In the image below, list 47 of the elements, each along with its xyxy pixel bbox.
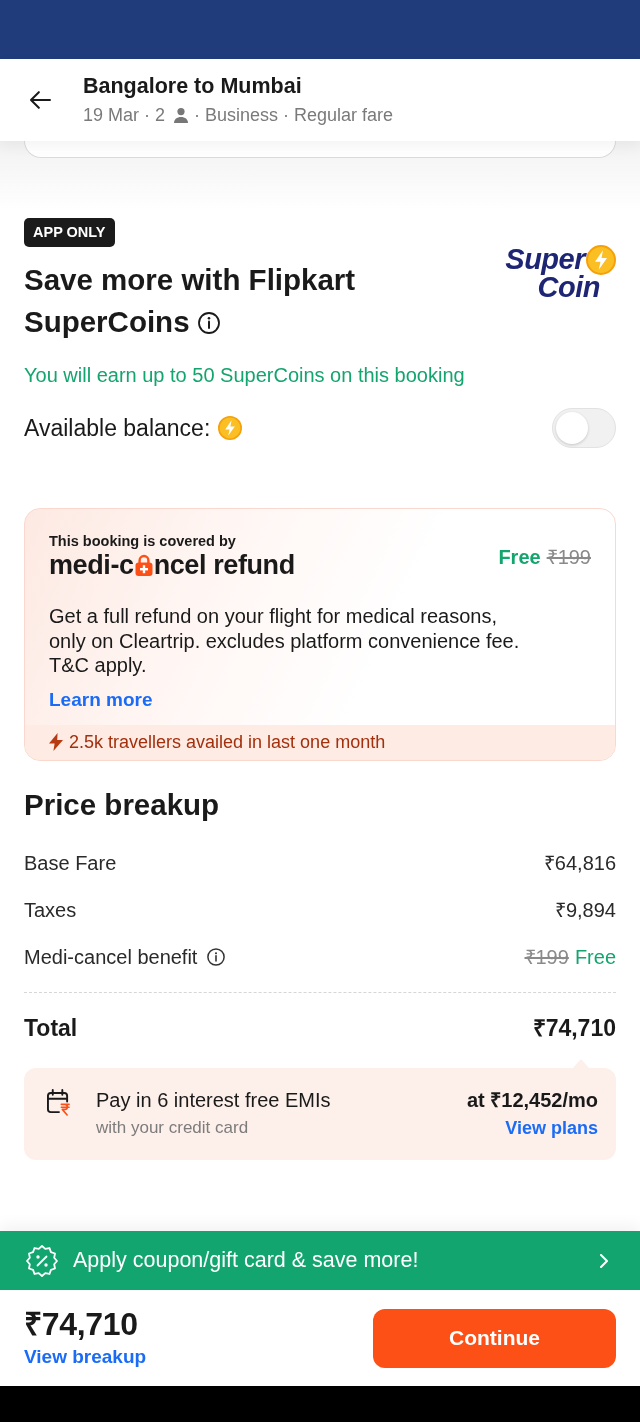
coverage-description: Get a full refund on your flight for medical reasons, only on Cleartrip. excludes platform convenience fee. T&C apply. <box>49 604 521 678</box>
learn-more-link[interactable]: Learn more <box>49 687 153 712</box>
chevron-right-icon <box>600 1253 608 1268</box>
original-price: ₹199 <box>524 945 569 970</box>
total-label: Total <box>24 1014 78 1044</box>
lightning-coin-icon <box>218 416 243 440</box>
continue-button[interactable]: Continue <box>373 1308 616 1368</box>
medi-cancel-wordmark: ncel refund <box>153 550 295 580</box>
section-title: Price breakup <box>24 786 221 823</box>
page-title: Bangalore to Mumbai <box>83 73 303 99</box>
app-only-tag: APP ONLY <box>24 218 115 247</box>
back-arrow-icon <box>30 91 51 109</box>
original-price: ₹199 <box>546 545 591 570</box>
fare-amount: ₹9,894 <box>554 898 616 923</box>
apply-coupon-button[interactable]: Apply coupon/gift card & save more! <box>0 1231 640 1290</box>
lightning-bolt-icon <box>49 733 63 751</box>
total-price: ₹74,710 <box>24 1306 139 1341</box>
fare-label: Taxes <box>24 898 77 923</box>
calendar-rupee-icon <box>47 1088 70 1116</box>
earn-note: You will earn up to 50 SuperCoins on this booking <box>24 363 466 388</box>
medi-cancel-wordmark: medi-c <box>49 550 134 580</box>
info-icon[interactable] <box>197 312 220 334</box>
social-proof-text: 2.5k travellers availed in last one month <box>69 731 386 753</box>
discount-badge-icon <box>26 1244 58 1277</box>
fare-amount: ₹64,816 <box>543 851 616 876</box>
view-breakup-link[interactable]: View breakup <box>24 1344 147 1369</box>
emi-amount: at ₹12,452/mo <box>466 1087 598 1112</box>
section-title: Save more with Flipkart SuperCoins <box>24 262 357 340</box>
info-icon[interactable] <box>207 948 226 966</box>
total-amount: ₹74,710 <box>532 1014 616 1044</box>
benefit-price: Free <box>574 945 616 970</box>
view-plans-link[interactable]: View plans <box>505 1116 598 1139</box>
trip-summary-text: · Business · Regular fare <box>194 104 394 127</box>
lightning-coin-icon <box>586 245 616 275</box>
trip-summary-text: 19 Mar · 2 <box>83 104 166 127</box>
balance-label: Available balance: <box>24 414 211 442</box>
emi-title: Pay in 6 interest free EMIs <box>96 1087 332 1112</box>
toggle-switch[interactable] <box>552 408 616 448</box>
person-icon <box>173 107 190 123</box>
medical-lock-icon <box>134 554 153 576</box>
offer-price: Free <box>498 545 541 570</box>
logo-wordmark: Coin <box>537 275 601 300</box>
fare-label: Medi-cancel benefit <box>24 945 198 970</box>
back-button[interactable] <box>30 91 51 109</box>
fare-label: Base Fare <box>24 851 117 876</box>
emi-subtitle: with your credit card <box>96 1116 250 1139</box>
coverage-caption: This booking is covered by <box>49 532 237 550</box>
